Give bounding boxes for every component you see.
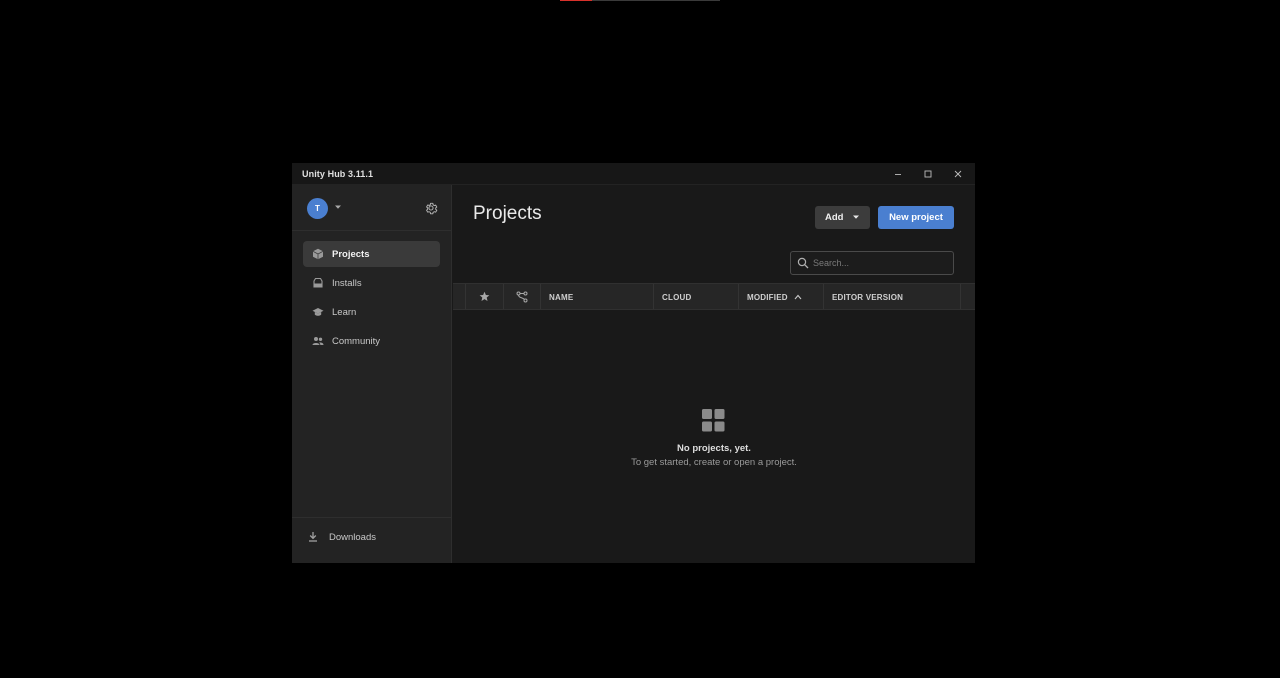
sidebar: T Projects Installs Learn Community Down… [292,185,452,563]
cube-icon [312,248,324,260]
search-icon [797,257,809,269]
column-name[interactable]: NAME [541,284,654,309]
empty-state-subtitle: To get started, create or open a project… [631,457,797,468]
sort-ascending-icon [794,294,802,300]
sidebar-item-installs[interactable]: Installs [303,270,440,296]
close-button[interactable] [946,166,970,182]
downloads-label: Downloads [329,532,376,543]
search-input[interactable] [813,256,948,270]
column-version-control[interactable] [504,284,541,309]
branch-icon [516,291,528,303]
column-editor-version[interactable]: EDITOR VERSION [824,284,961,309]
sidebar-divider [292,230,452,231]
column-editor-version-label: EDITOR VERSION [832,293,904,302]
star-icon [479,291,490,301]
title-bar: Unity Hub 3.11.1 [292,163,975,185]
avatar-initial: T [315,204,320,213]
maximize-icon [924,170,932,178]
download-icon [309,532,317,542]
gear-icon[interactable] [424,201,438,215]
empty-state-title: No projects, yet. [677,443,751,454]
column-name-label: NAME [549,293,574,302]
sidebar-item-learn[interactable]: Learn [303,299,440,325]
avatar[interactable]: T [307,198,328,219]
column-cloud-label: CLOUD [662,293,692,302]
sidebar-item-label: Community [332,336,381,347]
minimize-button[interactable] [886,166,910,182]
sidebar-item-label: Projects [332,249,370,260]
column-favorite[interactable] [466,284,504,309]
installs-icon [313,277,323,288]
sidebar-item-community[interactable]: Community [303,328,440,354]
search-box [790,251,954,275]
minimize-icon [895,174,901,175]
page-title: Projects [473,203,542,224]
projects-table-header: NAME CLOUD MODIFIED EDITOR VERSION [453,283,975,310]
add-button[interactable]: Add [815,206,870,229]
column-spacer [453,284,466,309]
main-panel: Projects Add New project NAME CLOUD [453,185,975,563]
column-modified-label: MODIFIED [747,293,788,302]
new-project-button[interactable]: New project [878,206,954,229]
column-cloud[interactable]: CLOUD [654,284,739,309]
app-window: Unity Hub 3.11.1 T Projects Installs Lea… [292,163,975,563]
sidebar-item-label: Learn [332,307,357,318]
top-screen-accent [560,0,720,1]
add-button-label: Add [825,212,844,223]
sidebar-divider-bottom [292,517,452,518]
column-modified[interactable]: MODIFIED [739,284,824,309]
close-icon [954,170,962,178]
maximize-button[interactable] [916,166,940,182]
sidebar-item-label: Installs [332,278,362,289]
people-icon [312,337,324,345]
sidebar-item-projects[interactable]: Projects [303,241,440,267]
projects-grid-icon [702,409,725,432]
graduation-cap-icon [312,308,324,316]
chevron-down-icon[interactable] [334,205,342,210]
window-title: Unity Hub 3.11.1 [302,169,374,179]
chevron-down-icon [853,215,859,219]
top-screen-accent-red [560,0,592,1]
